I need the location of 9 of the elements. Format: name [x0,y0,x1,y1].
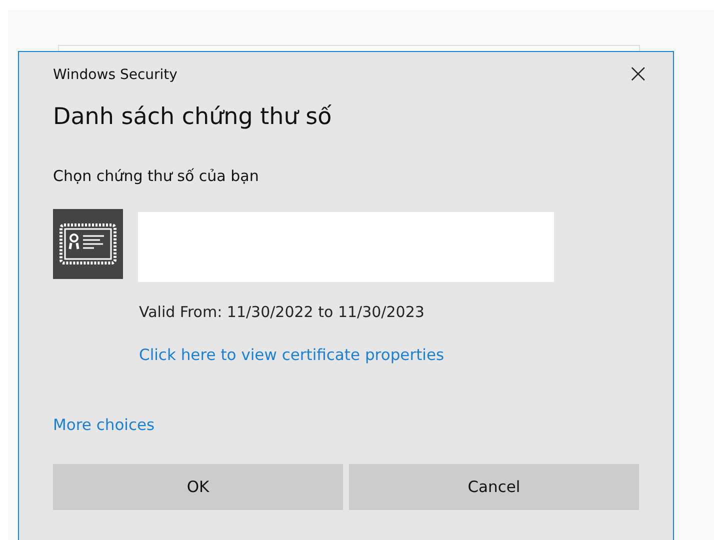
close-button[interactable]: × [623,61,653,87]
certificate-icon [53,209,123,279]
certificate-tile[interactable] [138,212,554,282]
validity-text: Valid From: 11/30/2022 to 11/30/2023 [139,303,424,321]
window-title: Windows Security [53,66,178,83]
ok-button[interactable]: OK [53,464,343,510]
cancel-button[interactable]: Cancel [349,464,639,510]
dialog-prompt: Chọn chứng thư số của bạn [53,167,260,185]
dialog-heading: Danh sách chứng thư số [53,104,333,130]
